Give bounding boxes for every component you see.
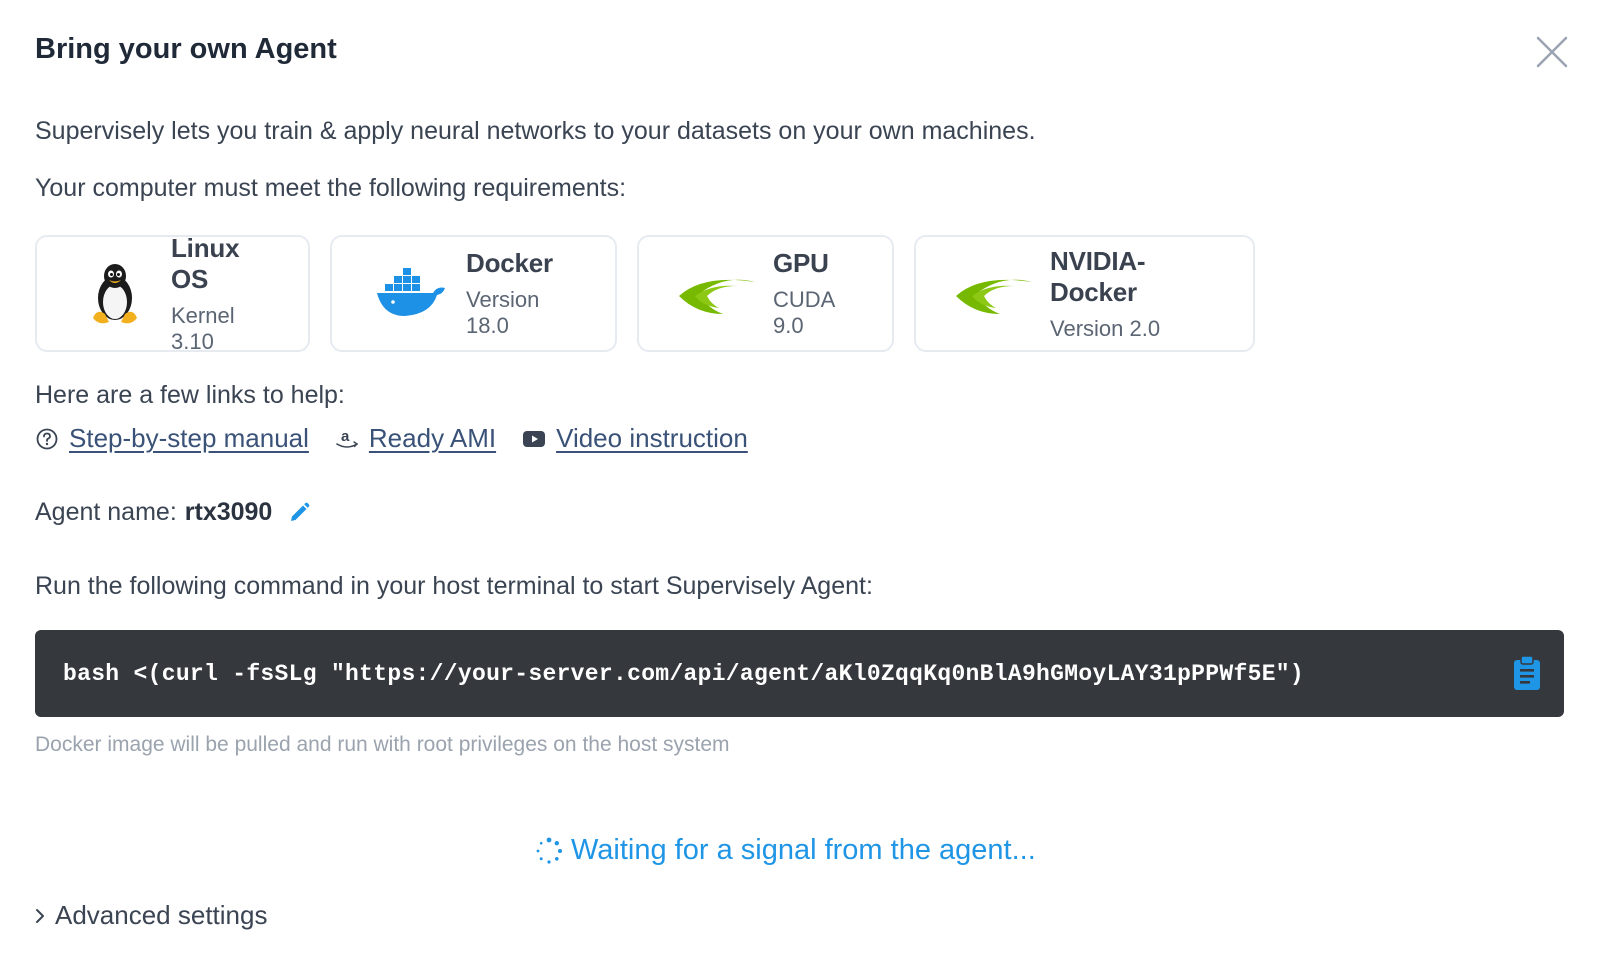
youtube-icon [522, 427, 546, 451]
close-button[interactable] [1534, 34, 1570, 70]
nvidia-logo-icon [677, 259, 757, 329]
requirements-label: Your computer must meet the following re… [35, 174, 627, 202]
requirement-version: Version 18.0 [466, 287, 540, 338]
pencil-icon [291, 502, 310, 521]
agent-name-row: Agent name: rtx3090 [35, 498, 312, 527]
link-step-by-step-manual[interactable]: Step-by-step manual [35, 423, 309, 454]
requirement-version: Kernel 3.10 [171, 302, 235, 354]
command-text[interactable]: bash <(curl -fsSLg "https://your-server.… [63, 661, 1304, 687]
nvidia-logo-icon [954, 259, 1034, 329]
docker-whale-icon [370, 259, 450, 329]
linux-penguin-icon [75, 259, 155, 329]
requirement-card-docker: Docker Version 18.0 [330, 235, 617, 352]
command-box: bash <(curl -fsSLg "https://your-server.… [35, 630, 1564, 717]
help-links-label: Here are a few links to help: [35, 381, 345, 409]
requirements-list: Linux OS Kernel 3.10 Docker Version 18.0… [35, 232, 1255, 354]
link-label[interactable]: Step-by-step manual [69, 423, 309, 454]
requirement-name: GPU [773, 248, 829, 278]
requirement-version: Version 2.0 [1050, 315, 1161, 341]
close-icon [1536, 36, 1568, 68]
chevron-right-icon [36, 908, 44, 923]
link-video-instruction[interactable]: Video instruction [522, 423, 748, 454]
link-label[interactable]: Ready AMI [369, 423, 496, 454]
waiting-status: Waiting for a signal from the agent... [535, 834, 1036, 867]
advanced-settings-toggle[interactable]: Advanced settings [33, 900, 267, 931]
help-circle-icon [35, 427, 59, 451]
loading-spinner-icon [536, 837, 562, 864]
link-label[interactable]: Video instruction [556, 423, 748, 454]
requirement-card-gpu: GPU CUDA 9.0 [637, 235, 894, 352]
agent-name-label: Agent name: [35, 498, 177, 526]
command-label: Run the following command in your host t… [35, 572, 873, 600]
amazon-icon: a [335, 427, 359, 451]
requirement-card-nvidia-docker: NVIDIA-Docker Version 2.0 [914, 235, 1255, 352]
command-note: Docker image will be pulled and run with… [35, 733, 730, 756]
requirement-name: NVIDIA-Docker [1050, 245, 1146, 307]
intro-text: Supervisely lets you train & apply neura… [35, 117, 1036, 145]
requirement-name: Linux OS [171, 232, 240, 294]
help-links: Step-by-step manual a Ready AMI Video in… [35, 423, 774, 454]
requirement-card-linux: Linux OS Kernel 3.10 [35, 232, 310, 354]
requirement-name: Docker [466, 248, 553, 278]
bring-your-own-agent-dialog: Bring your own Agent Supervisely lets yo… [0, 0, 1600, 980]
link-ready-ami[interactable]: a Ready AMI [335, 423, 496, 454]
requirement-version: CUDA 9.0 [773, 287, 835, 338]
clipboard-icon [1514, 655, 1540, 690]
dialog-title: Bring your own Agent [35, 33, 337, 65]
copy-command-button[interactable] [1510, 654, 1544, 692]
advanced-settings-label: Advanced settings [55, 900, 268, 930]
edit-agent-name-button[interactable] [288, 501, 312, 525]
svg-text:a: a [341, 428, 350, 445]
agent-name-value: rtx3090 [184, 498, 273, 526]
waiting-text: Waiting for a signal from the agent... [571, 834, 1036, 866]
